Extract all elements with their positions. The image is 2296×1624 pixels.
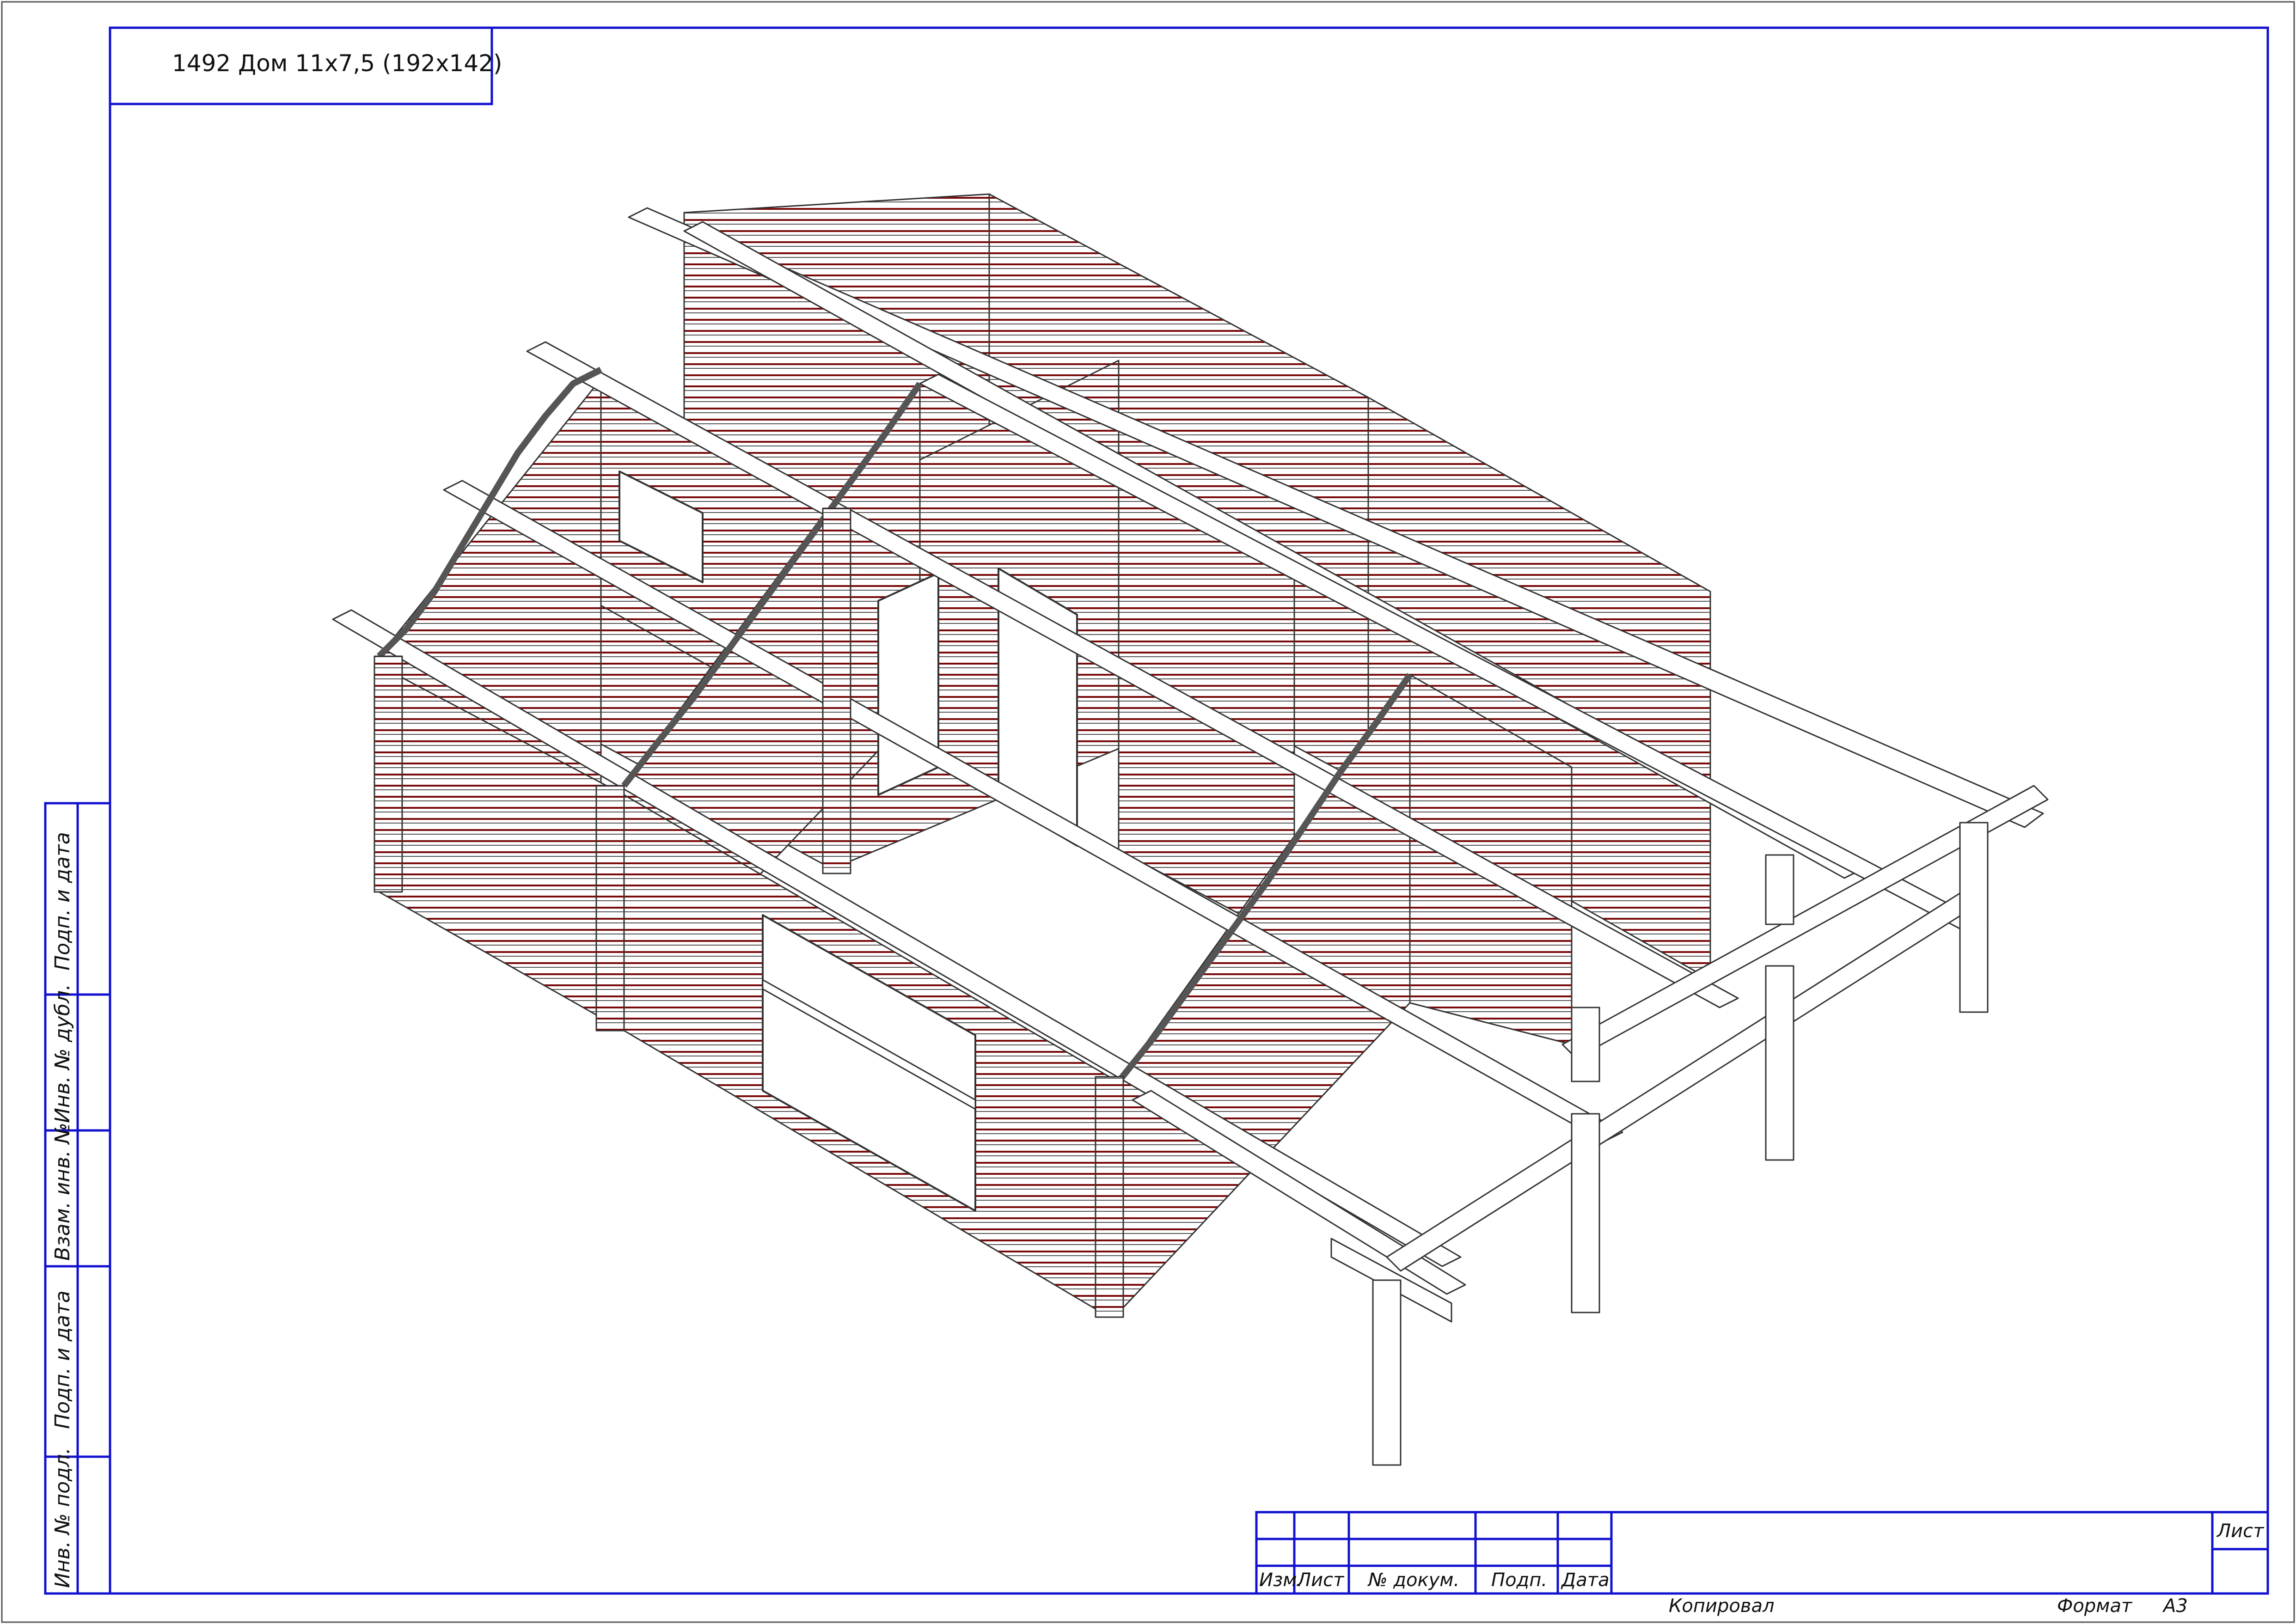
stamp-col-list: Лист — [1297, 1569, 1344, 1591]
side-label-inv-dubl: Инв. № дубл. — [51, 983, 74, 1123]
stamp-col-doc: № докум. — [1368, 1569, 1460, 1591]
side-label-inv-podl: Инв. № подл. — [51, 1447, 74, 1588]
stamp-col-izm: Изм. — [1259, 1569, 1303, 1591]
stamp-col-podp: Подп. — [1491, 1569, 1548, 1591]
house-drawing — [332, 193, 2049, 1466]
side-label-podp-data-1: Подп. и дата — [51, 832, 74, 971]
stamp-sheet-label: Лист — [2217, 1520, 2264, 1542]
side-label-podp-data-2: Подп. и дата — [51, 1290, 74, 1429]
copied-label: Копировал — [1669, 1595, 1775, 1617]
stamp-col-data: Дата — [1561, 1569, 1610, 1591]
drawing-sheet — [1, 1, 2295, 1623]
format-value: А3 — [2163, 1595, 2188, 1617]
drawing-title: 1492 Дом 11х7,5 (192х142) — [172, 50, 502, 77]
side-label-vzam-inv: Взам. инв. № — [51, 1123, 74, 1261]
format-label: Формат — [2057, 1595, 2132, 1617]
